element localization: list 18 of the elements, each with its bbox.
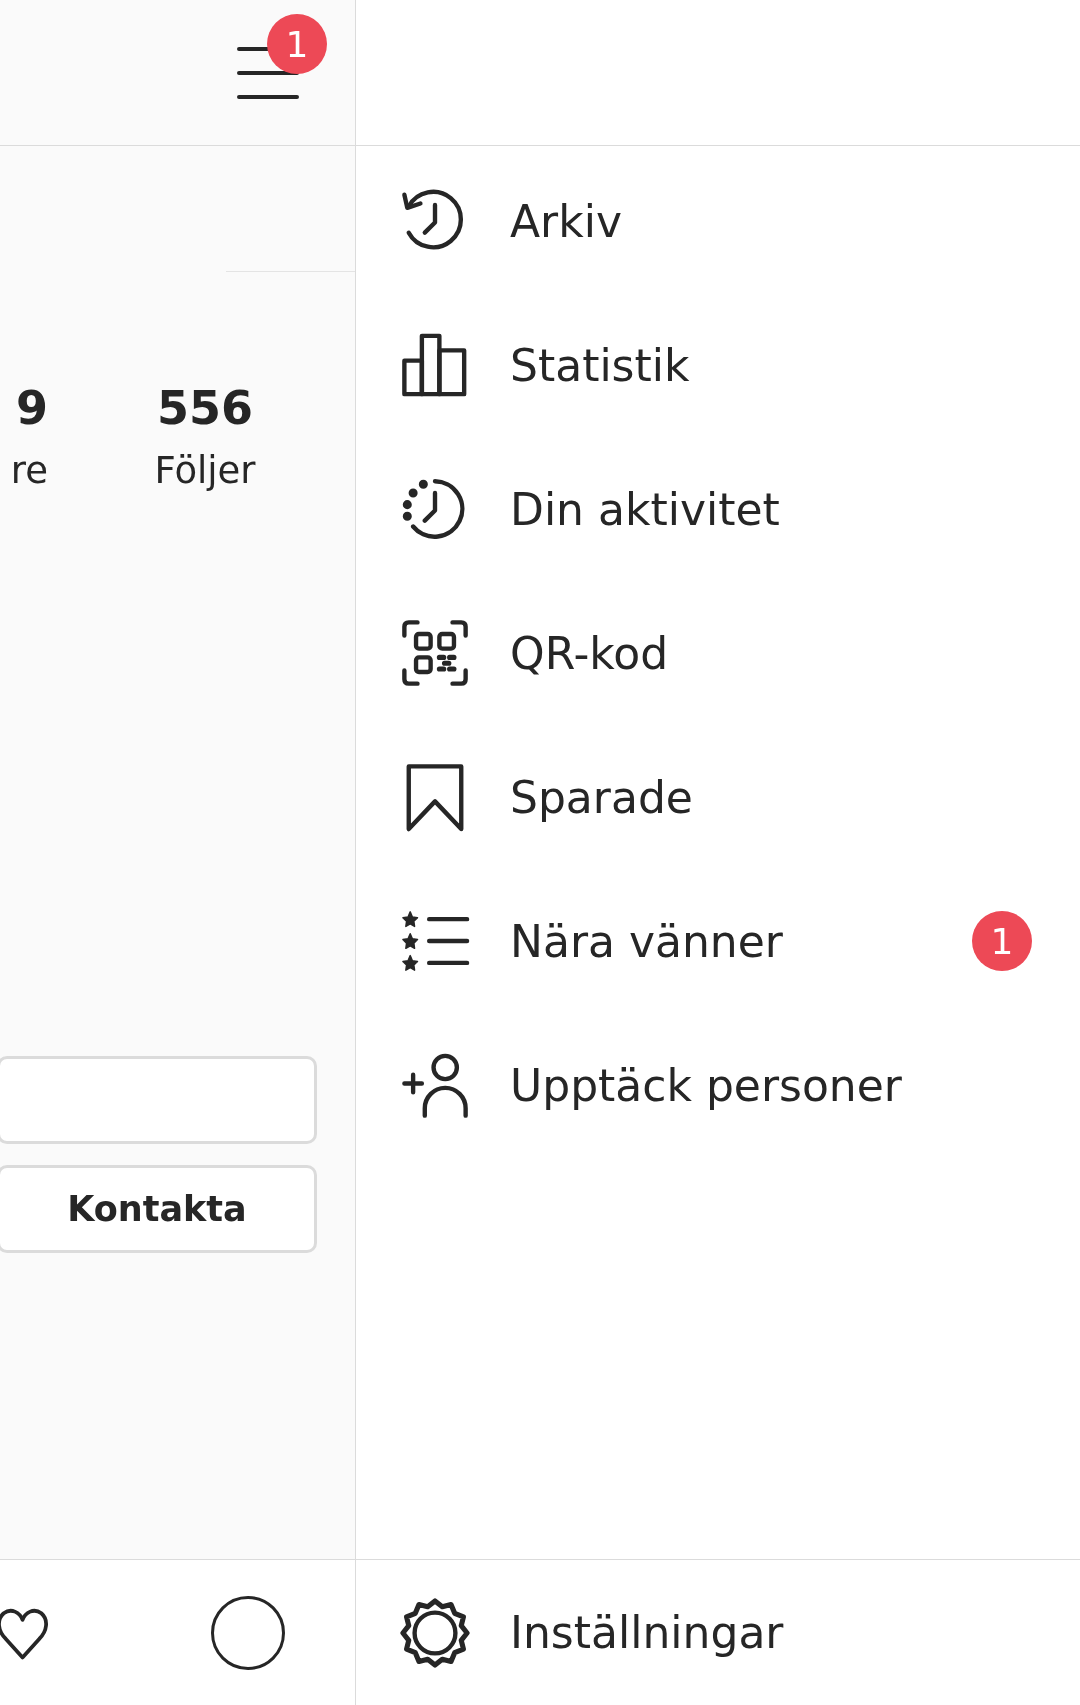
drawer-menu-item[interactable]: Din aktivitet [356, 437, 1080, 581]
drawer-menu-item[interactable]: Upptäck personer [356, 1013, 1080, 1157]
notification-badge: 1 [267, 14, 327, 74]
settings-icon [400, 1597, 470, 1668]
stat-count: 9 [16, 380, 48, 436]
stat-count: 556 [157, 380, 253, 436]
drawer-menu-item[interactable]: Nära vänner 1 [356, 869, 1080, 1013]
notification-badge: 1 [972, 911, 1032, 971]
stat-label: re [10, 448, 48, 494]
settings-menu-item[interactable]: Inställningar [356, 1560, 1080, 1705]
drawer-menu-item[interactable]: Sparade [356, 725, 1080, 869]
drawer-menu-item[interactable]: QR-kod [356, 581, 1080, 725]
qr-code-icon [400, 618, 470, 688]
drawer-menu-item[interactable]: Arkiv [356, 149, 1080, 293]
drawer-menu-item[interactable]: Statistik [356, 293, 1080, 437]
contact-button[interactable]: Kontakta [0, 1165, 317, 1253]
profile-avatar-icon[interactable] [211, 1595, 285, 1670]
stat-label: Följer [154, 448, 256, 494]
